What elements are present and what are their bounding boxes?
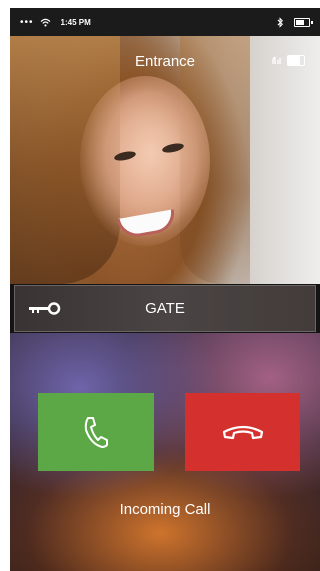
hang-up-icon — [222, 425, 263, 440]
call-status-text: Incoming Call — [119, 501, 211, 518]
wifi-icon — [40, 18, 50, 27]
gate-button[interactable]: GATE — [14, 285, 316, 332]
status-right — [277, 16, 313, 28]
signal-icon: ••• — [20, 16, 34, 28]
video-feed — [10, 36, 320, 284]
phone-icon — [84, 417, 108, 448]
microphone-icon[interactable] — [272, 55, 282, 65]
status-bar: ••• 1:45 PM — [10, 8, 320, 36]
accept-call-button[interactable] — [38, 393, 154, 471]
battery-icon — [287, 55, 305, 66]
bluetooth-icon — [277, 16, 283, 28]
key-icon — [29, 302, 61, 315]
decline-call-button[interactable] — [185, 393, 300, 471]
call-controls: Incoming Call — [10, 333, 320, 571]
intercom-screen: ••• 1:45 PM Entrance GATE Incoming Call — [10, 8, 320, 571]
battery-icon — [294, 17, 313, 27]
status-time: 1:45 PM — [60, 17, 91, 27]
